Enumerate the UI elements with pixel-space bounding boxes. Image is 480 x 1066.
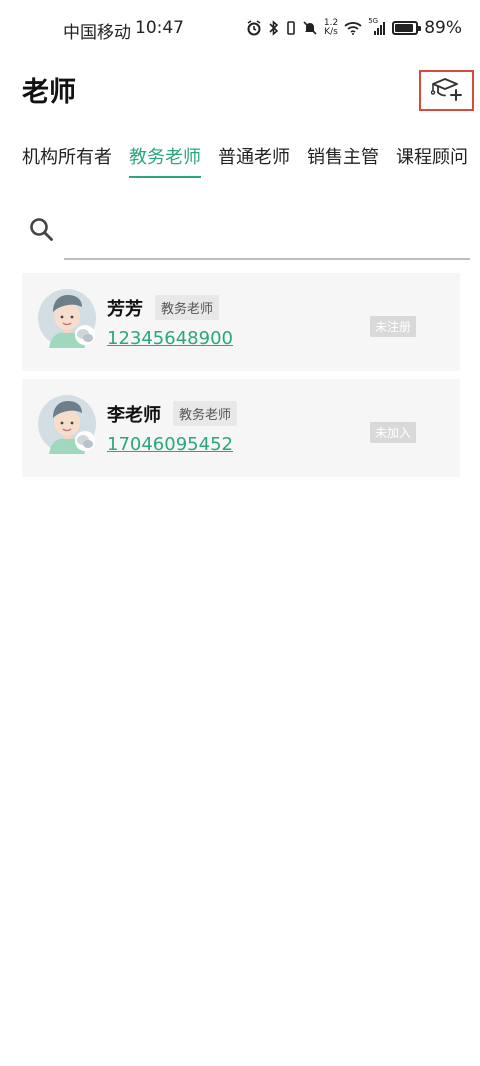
tab-sales-manager[interactable]: 销售主管 xyxy=(307,140,379,182)
teacher-name: 芳芳 xyxy=(107,299,143,320)
role-badge: 教务老师 xyxy=(155,295,220,320)
network-type: 5G xyxy=(368,17,379,25)
status-right: 1.2 K/s 5G 89% xyxy=(246,17,462,38)
bluetooth-icon xyxy=(268,20,280,36)
role-badge: 教务老师 xyxy=(173,401,238,426)
status-badge: 未加入 xyxy=(370,422,417,443)
phone-link[interactable]: 12345648900 xyxy=(107,328,233,349)
net-speed: 1.2 K/s xyxy=(324,19,338,37)
wifi-icon xyxy=(344,21,362,35)
tab-course-advisor[interactable]: 课程顾问 xyxy=(396,140,468,182)
graduation-cap-plus-icon xyxy=(430,76,463,106)
search-icon[interactable] xyxy=(28,216,56,244)
search-bar xyxy=(22,210,470,264)
carrier-label: 中国移动 xyxy=(63,23,131,43)
battery-fill xyxy=(395,24,413,32)
role-tabs: 机构所有者 教务老师 普通老师 销售主管 课程顾问 xyxy=(0,140,480,182)
phone-link[interactable]: 17046095452 xyxy=(107,434,233,455)
page-title: 老师 xyxy=(22,77,76,108)
avatar xyxy=(37,288,97,348)
clock: 10:47 xyxy=(135,18,184,38)
status-badge: 未注册 xyxy=(370,316,417,337)
cellular-signal-icon: 5G xyxy=(368,17,386,35)
vibrate-icon xyxy=(286,20,296,36)
teacher-list: 芳芳 教务老师 12345648900 未注册 李老师 教务老师 1704609… xyxy=(22,273,460,485)
status-bar: 中国移动 10:47 1.2 K/s 5G 89% xyxy=(0,0,480,60)
header: 老师 xyxy=(0,62,480,114)
alarm-icon xyxy=(246,20,262,36)
tab-regular-teacher[interactable]: 普通老师 xyxy=(218,140,290,182)
teacher-card[interactable]: 芳芳 教务老师 12345648900 未注册 xyxy=(22,273,460,371)
teacher-card[interactable]: 李老师 教务老师 17046095452 未加入 xyxy=(22,379,460,477)
teacher-name: 李老师 xyxy=(107,405,161,426)
mute-bell-icon xyxy=(302,20,318,36)
battery-percent: 89% xyxy=(424,18,462,38)
net-speed-unit: K/s xyxy=(324,27,338,37)
search-input[interactable] xyxy=(64,210,470,260)
avatar xyxy=(37,394,97,454)
status-left: 中国移动 10:47 xyxy=(63,18,184,43)
tab-academic-teacher[interactable]: 教务老师 xyxy=(129,140,201,182)
tab-owner[interactable]: 机构所有者 xyxy=(22,140,112,182)
add-teacher-button[interactable] xyxy=(419,70,474,111)
battery-icon xyxy=(392,21,422,35)
